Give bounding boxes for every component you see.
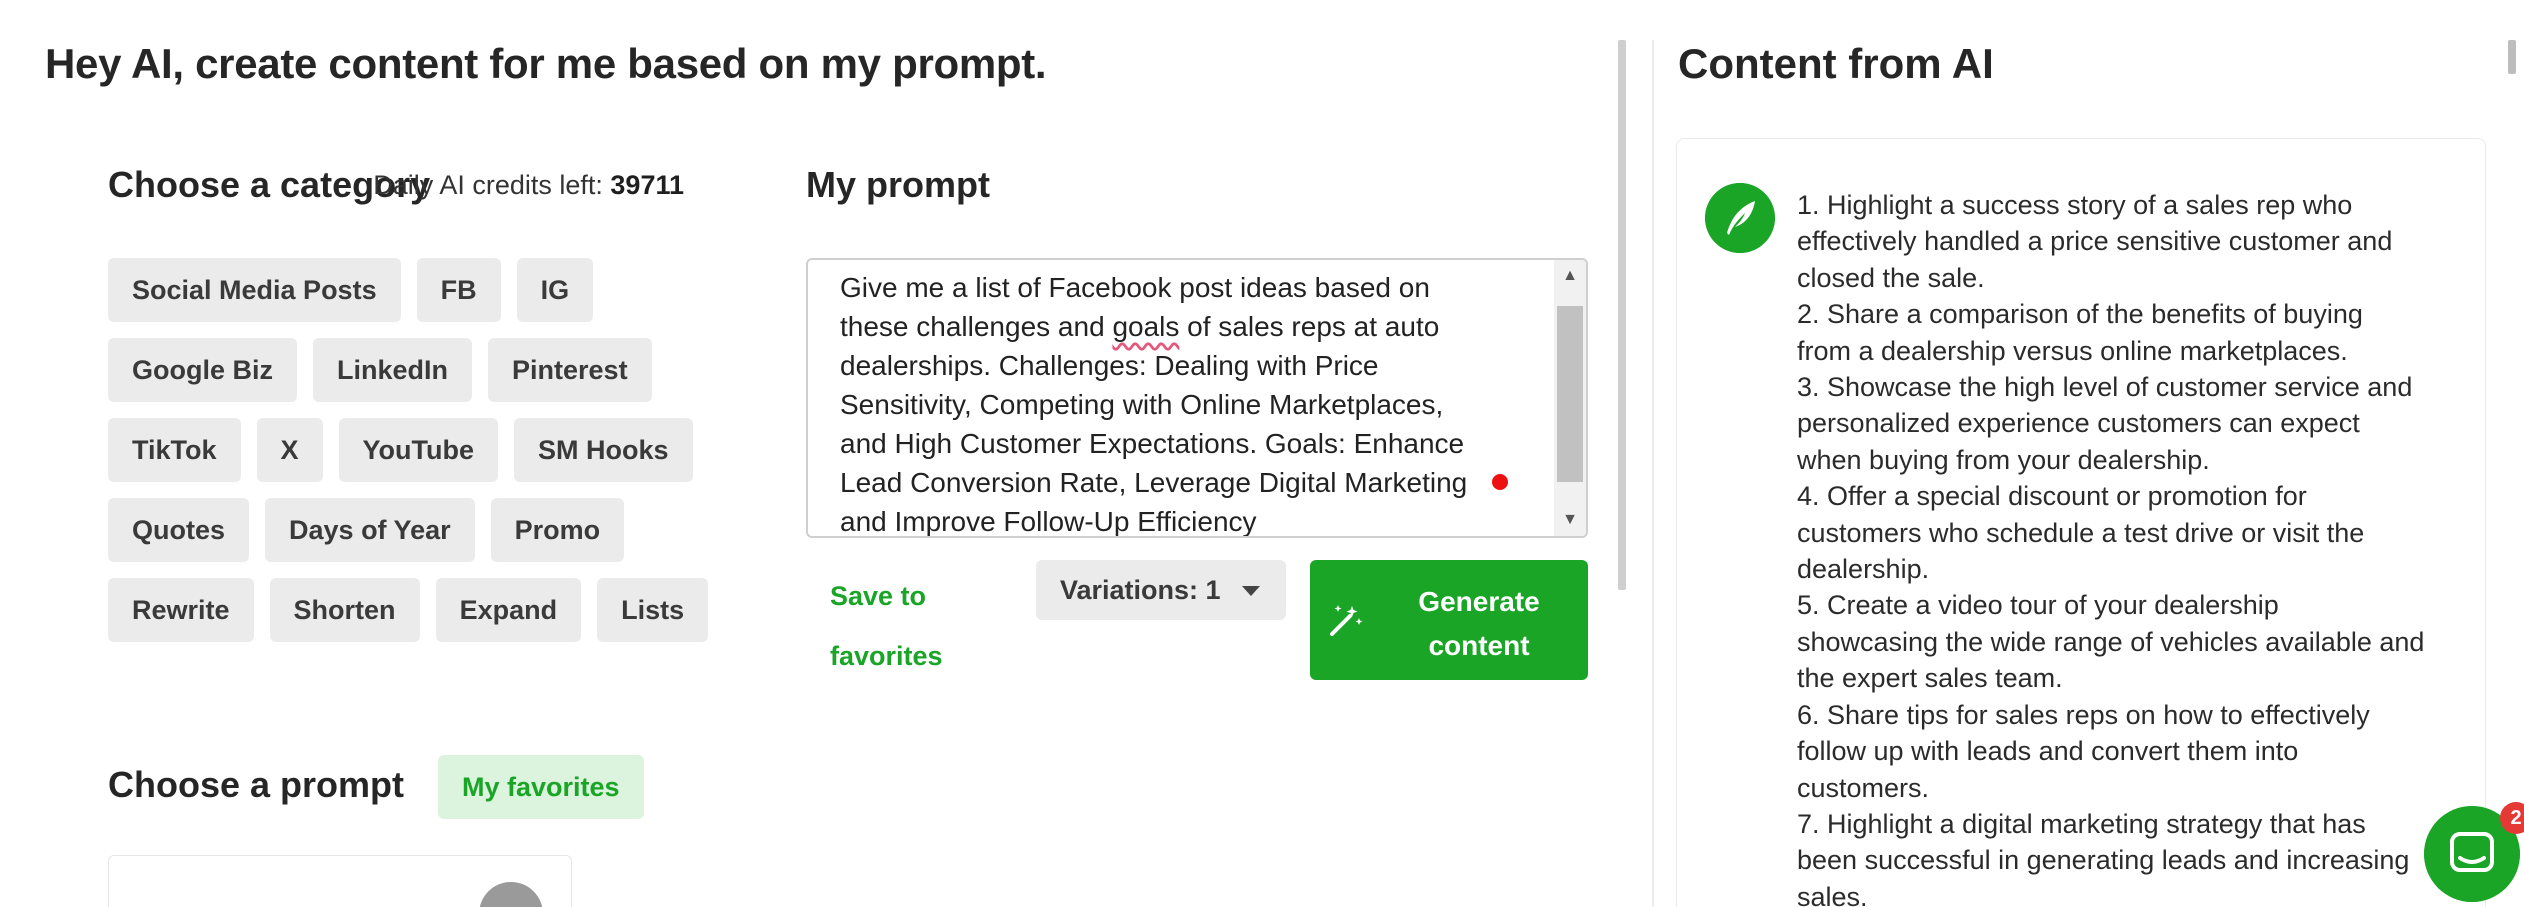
category-chip-social-media-posts[interactable]: Social Media Posts bbox=[108, 258, 401, 322]
category-chip-days-of-year[interactable]: Days of Year bbox=[265, 498, 475, 562]
page-title: Hey AI, create content for me based on m… bbox=[45, 40, 1047, 87]
category-chip-google-biz[interactable]: Google Biz bbox=[108, 338, 297, 402]
spellcheck-word: goals bbox=[1112, 311, 1180, 342]
caret-down-icon bbox=[1242, 586, 1260, 596]
prompt-line-text: Give me a list of Facebook post ideas ba… bbox=[840, 272, 1430, 303]
category-chip-promo[interactable]: Promo bbox=[490, 498, 625, 562]
category-chip-lists[interactable]: Lists bbox=[597, 578, 709, 642]
generate-content-button[interactable]: Generate content bbox=[1310, 560, 1588, 680]
chip-row: Quotes Days of Year Promo bbox=[108, 498, 728, 562]
ai-content-line: dealership. bbox=[1797, 554, 1930, 585]
scroll-up-icon[interactable]: ▲ bbox=[1554, 260, 1586, 292]
ai-content-line: been successful in generating leads and … bbox=[1797, 845, 2410, 876]
ai-content-line: 7. Highlight a digital marketing strateg… bbox=[1797, 808, 2366, 839]
variations-select[interactable]: Variations: 1 bbox=[1036, 560, 1286, 620]
category-chips: Social Media Posts FB IG Google Biz LinkedIn… bbox=[108, 258, 728, 658]
category-chip-rewrite[interactable]: Rewrite bbox=[108, 578, 254, 642]
category-chip-linkedin[interactable]: LinkedIn bbox=[313, 338, 473, 402]
ai-content-line: personalized experience customers can ex… bbox=[1797, 408, 2360, 439]
variations-label: Variations: 1 bbox=[1060, 574, 1221, 605]
category-chip-youtube[interactable]: YouTube bbox=[338, 418, 499, 482]
ai-content-line: customers. bbox=[1797, 772, 1930, 803]
prompt-line: dealerships. Challenges: Dealing with Pr… bbox=[840, 346, 1540, 385]
right-pane-scrollbar[interactable] bbox=[2508, 40, 2516, 74]
prompt-line: and High Customer Expectations. Goals: E… bbox=[840, 424, 1540, 463]
category-chip-shorten[interactable]: Shorten bbox=[269, 578, 420, 642]
cursor-dot bbox=[1492, 474, 1508, 490]
chip-row: Social Media Posts FB IG bbox=[108, 258, 728, 322]
ai-content-line: closed the sale. bbox=[1797, 262, 1985, 293]
scroll-thumb[interactable] bbox=[1557, 306, 1583, 482]
ai-content-line: 2. Share a comparison of the benefits of… bbox=[1797, 299, 2363, 330]
chip-row: Google Biz LinkedIn Pinterest bbox=[108, 338, 728, 402]
prompt-line-text: dealerships. Challenges: Dealing with Pr… bbox=[840, 350, 1379, 381]
pane-divider bbox=[1652, 40, 1654, 907]
ai-content-line: 4. Offer a special discount or promotion… bbox=[1797, 481, 2307, 512]
credits-indicator: Daily AI credits left: 39711 bbox=[373, 170, 684, 201]
prompt-line-text: and High Customer Expectations. Goals: E… bbox=[840, 428, 1465, 459]
category-chip-ig[interactable]: IG bbox=[516, 258, 594, 322]
prompt-title: My prompt bbox=[806, 164, 990, 205]
ai-content-title: Content from AI bbox=[1678, 40, 1994, 87]
prompt-text[interactable]: Give me a list of Facebook post ideas ba… bbox=[840, 268, 1540, 537]
generate-label: Generate content bbox=[1418, 586, 1540, 661]
ai-content-line: showcasing the wide range of vehicles av… bbox=[1797, 626, 2425, 657]
scroll-down-icon[interactable]: ▼ bbox=[1554, 504, 1586, 536]
ai-content-line: follow up with leads and convert them in… bbox=[1797, 736, 2299, 767]
ai-content-card: 1. Highlight a success story of a sales … bbox=[1676, 138, 2486, 907]
avatar bbox=[479, 882, 543, 907]
feather-icon bbox=[1705, 183, 1775, 253]
credits-value: 39711 bbox=[610, 170, 684, 200]
magic-wand-icon bbox=[1330, 605, 1363, 636]
ai-content-line: the expert sales team. bbox=[1797, 663, 2063, 694]
prompt-line-text: and Improve Follow-Up Efficiency bbox=[840, 506, 1257, 537]
category-chip-sm-hooks[interactable]: SM Hooks bbox=[514, 418, 693, 482]
prompt-card[interactable] bbox=[108, 855, 572, 907]
prompt-scrollbar[interactable]: ▲ ▼ bbox=[1554, 260, 1586, 536]
ai-content-line: 6. Share tips for sales reps on how to e… bbox=[1797, 699, 2370, 730]
ai-content-text: 1. Highlight a success story of a sales … bbox=[1797, 187, 2477, 907]
prompt-line: these challenges and goals of sales reps… bbox=[840, 307, 1540, 346]
chip-row: TikTok X YouTube SM Hooks bbox=[108, 418, 728, 482]
ai-content-line: 5. Create a video tour of your dealershi… bbox=[1797, 590, 2279, 621]
prompt-textarea[interactable]: Give me a list of Facebook post ideas ba… bbox=[806, 258, 1588, 538]
notification-badge: 2 bbox=[2500, 802, 2524, 834]
my-favorites-button[interactable]: My favorites bbox=[438, 755, 644, 819]
prompt-line: Give me a list of Facebook post ideas ba… bbox=[840, 268, 1540, 307]
ai-content-line: from a dealership versus online marketpl… bbox=[1797, 335, 2348, 366]
prompt-line-text: Sensitivity, Competing with Online Marke… bbox=[840, 389, 1444, 420]
ai-content-line: effectively handled a price sensitive cu… bbox=[1797, 226, 2393, 257]
category-chip-expand[interactable]: Expand bbox=[435, 578, 582, 642]
credits-label: Daily AI credits left: bbox=[373, 170, 603, 200]
chip-row: Rewrite Shorten Expand Lists bbox=[108, 578, 728, 642]
category-chip-tiktok[interactable]: TikTok bbox=[108, 418, 241, 482]
prompt-line-text: Lead Conversion Rate, Leverage Digital M… bbox=[840, 467, 1468, 498]
prompt-line-text: these challenges and bbox=[840, 311, 1113, 342]
prompt-line: Lead Conversion Rate, Leverage Digital M… bbox=[840, 463, 1540, 502]
ai-content-line: 3. Showcase the high level of customer s… bbox=[1797, 372, 2413, 403]
ai-content-line: when buying from your dealership. bbox=[1797, 444, 2210, 475]
ai-content-line: 1. Highlight a success story of a sales … bbox=[1797, 190, 2353, 220]
ai-content-line: customers who schedule a test drive or v… bbox=[1797, 517, 2365, 548]
category-chip-x[interactable]: X bbox=[256, 418, 323, 482]
prompt-line: and Improve Follow-Up Efficiency bbox=[840, 502, 1540, 537]
category-chip-fb[interactable]: FB bbox=[416, 258, 501, 322]
left-pane-scrollbar[interactable] bbox=[1618, 40, 1626, 590]
choose-prompt-title: Choose a prompt bbox=[108, 764, 405, 805]
left-pane: Hey AI, create content for me based on m… bbox=[0, 0, 1620, 907]
prompt-line: Sensitivity, Competing with Online Marke… bbox=[840, 385, 1540, 424]
ai-content-line: sales. bbox=[1797, 881, 1868, 907]
prompt-line-text: of sales reps at auto bbox=[1179, 311, 1440, 342]
save-to-favorites-link[interactable]: Save to favorites bbox=[830, 566, 990, 686]
category-chip-pinterest[interactable]: Pinterest bbox=[488, 338, 652, 402]
category-chip-quotes[interactable]: Quotes bbox=[108, 498, 250, 562]
